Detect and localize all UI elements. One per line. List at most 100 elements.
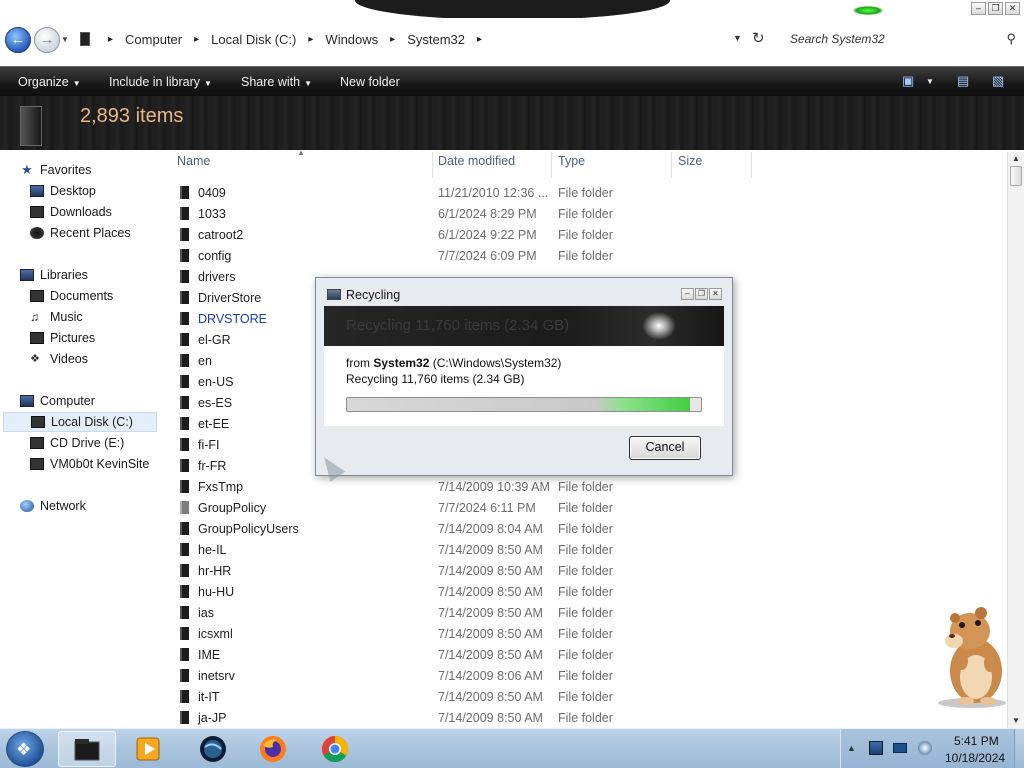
progress-fill xyxy=(347,398,691,411)
taskbar-firefox[interactable] xyxy=(245,731,303,767)
include-label: Include in library xyxy=(109,75,201,89)
taskbar-chrome[interactable] xyxy=(307,731,365,767)
taskbar-media-player[interactable] xyxy=(120,731,178,767)
file-row[interactable]: he-IL 7/14/2009 8:50 AM File folder xyxy=(175,539,755,560)
taskbar-explorer[interactable] xyxy=(58,731,116,767)
view-dropdown-icon[interactable]: ▼ xyxy=(926,77,934,86)
nav-recent-places[interactable]: Recent Places xyxy=(30,223,131,243)
file-name: hu-HU xyxy=(198,585,235,599)
column-type[interactable]: Type xyxy=(558,154,585,176)
file-name: hr-HR xyxy=(198,564,232,578)
firefox-icon xyxy=(260,736,286,762)
organize-label: Organize xyxy=(18,75,69,89)
close-button[interactable]: ✕ xyxy=(1005,2,1020,15)
nav-videos[interactable]: ❖ Videos xyxy=(30,349,88,369)
nav-pictures[interactable]: Pictures xyxy=(30,328,95,348)
nav-cd-drive[interactable]: CD Drive (E:) xyxy=(30,433,124,453)
file-row[interactable]: hu-HU 7/14/2009 8:50 AM File folder xyxy=(175,581,755,602)
folder-icon xyxy=(180,354,189,367)
cancel-button[interactable]: Cancel xyxy=(629,436,701,460)
address-dropdown-icon[interactable]: ▼ xyxy=(733,33,742,43)
file-row[interactable]: hr-HR 7/14/2009 8:50 AM File folder xyxy=(175,560,755,581)
dialog-maximize-button[interactable]: ❐ xyxy=(695,288,708,300)
nav-libraries[interactable]: Libraries xyxy=(20,265,88,285)
crumb-windows[interactable]: Windows xyxy=(317,32,386,47)
crumb-computer[interactable]: Computer xyxy=(117,32,190,47)
action-center-icon[interactable] xyxy=(869,741,883,755)
file-row[interactable]: ias 7/14/2009 8:50 AM File folder xyxy=(175,602,755,623)
forward-button[interactable]: → xyxy=(34,27,60,53)
scroll-thumb[interactable] xyxy=(1010,166,1022,186)
column-divider[interactable] xyxy=(751,152,752,178)
nav-documents[interactable]: Documents xyxy=(30,286,113,306)
crumb-system32[interactable]: System32 xyxy=(399,32,473,47)
file-row[interactable]: IME 7/14/2009 8:50 AM File folder xyxy=(175,644,755,665)
chevron-right-icon[interactable]: ▸ xyxy=(386,34,399,45)
file-row[interactable]: 0409 11/21/2010 12:36 ... File folder xyxy=(175,182,755,203)
file-name: it-IT xyxy=(198,690,220,704)
show-desktop-button[interactable] xyxy=(1014,729,1024,768)
volume-icon[interactable] xyxy=(918,741,932,755)
chevron-right-icon[interactable]: ▸ xyxy=(473,34,486,45)
nav-favorites[interactable]: ★ Favorites xyxy=(20,160,91,180)
view-options-icon[interactable]: ▣ xyxy=(902,73,914,89)
nav-downloads[interactable]: Downloads xyxy=(30,202,112,222)
show-hidden-icons[interactable]: ▲ xyxy=(847,743,856,753)
minimize-button[interactable]: – xyxy=(971,2,986,15)
file-row[interactable]: config 7/7/2024 6:09 PM File folder xyxy=(175,245,755,266)
file-row[interactable]: 1033 6/1/2024 8:29 PM File folder xyxy=(175,203,755,224)
file-row[interactable]: inetsrv 7/14/2009 8:06 AM File folder xyxy=(175,665,755,686)
history-dropdown-icon[interactable]: ▼ xyxy=(61,35,69,44)
refresh-icon[interactable]: ↻ xyxy=(752,29,765,47)
clock-time[interactable]: 5:41 PM xyxy=(954,734,999,748)
new-folder-button[interactable]: New folder xyxy=(340,75,400,89)
file-row[interactable]: ja-JP 7/14/2009 8:50 AM File folder xyxy=(175,707,755,728)
file-row[interactable]: GroupPolicy 7/7/2024 6:11 PM File folder xyxy=(175,497,755,518)
nav-network-share[interactable]: VM0b0t KevinSite xyxy=(30,454,149,474)
column-divider[interactable] xyxy=(671,152,672,178)
column-date-modified[interactable]: Date modified xyxy=(438,154,515,176)
include-in-library-menu[interactable]: Include in library ▼ xyxy=(109,75,212,89)
address-bar: ← → ▼ ▸ Computer ▸ Local Disk (C:) ▸ Win… xyxy=(0,18,1024,62)
source-folder-name[interactable]: System32 xyxy=(373,356,429,370)
chevron-right-icon[interactable]: ▸ xyxy=(104,34,117,45)
nav-computer[interactable]: Computer xyxy=(20,391,95,411)
file-row[interactable]: catroot2 6/1/2024 9:22 PM File folder xyxy=(175,224,755,245)
file-row[interactable]: FxsTmp 7/14/2009 10:39 AM File folder xyxy=(175,476,755,497)
file-row[interactable]: icsxml 7/14/2009 8:50 AM File folder xyxy=(175,623,755,644)
organize-menu[interactable]: Organize ▼ xyxy=(18,75,81,89)
crumb-local-disk[interactable]: Local Disk (C:) xyxy=(203,32,304,47)
start-button[interactable]: ❖ xyxy=(6,731,44,767)
chevron-right-icon[interactable]: ▸ xyxy=(190,34,203,45)
scroll-up-icon[interactable]: ▲ xyxy=(1012,154,1020,163)
nav-label: Network xyxy=(40,499,86,513)
maximize-button[interactable]: ❐ xyxy=(988,2,1003,15)
dialog-close-button[interactable]: ✕ xyxy=(709,288,722,300)
help-icon[interactable]: ▧ xyxy=(992,73,1004,89)
dialog-minimize-button[interactable]: – xyxy=(681,288,694,300)
network-tray-icon[interactable] xyxy=(893,743,907,753)
folder-large-icon xyxy=(20,106,42,146)
nav-desktop[interactable]: Desktop xyxy=(30,181,96,201)
clock-date[interactable]: 10/18/2024 xyxy=(945,751,1005,765)
file-row[interactable]: it-IT 7/14/2009 8:50 AM File folder xyxy=(175,686,755,707)
share-with-menu[interactable]: Share with ▼ xyxy=(241,75,312,89)
column-divider[interactable] xyxy=(432,152,433,178)
column-size[interactable]: Size xyxy=(678,154,702,176)
chevron-right-icon[interactable]: ▸ xyxy=(304,34,317,45)
file-row[interactable]: GroupPolicyUsers 7/14/2009 8:04 AM File fo… xyxy=(175,518,755,539)
preview-pane-icon[interactable]: ▤ xyxy=(957,73,969,89)
banner-text: Recycling 11,760 items (2.34 GB) xyxy=(346,317,570,334)
file-name: fi-FI xyxy=(198,438,220,452)
search-input[interactable]: Search System32 ⚲ xyxy=(782,27,1022,51)
nav-music[interactable]: ♫ Music xyxy=(30,307,83,327)
scroll-down-icon[interactable]: ▼ xyxy=(1012,716,1020,725)
nav-local-disk[interactable]: Local Disk (C:) xyxy=(3,412,157,432)
back-button[interactable]: ← xyxy=(5,27,31,53)
nav-network[interactable]: Network xyxy=(20,496,86,516)
column-name[interactable]: Name xyxy=(177,154,210,176)
column-divider[interactable] xyxy=(551,152,552,178)
search-icon[interactable]: ⚲ xyxy=(1006,31,1016,47)
taskbar-globe-app[interactable] xyxy=(185,731,243,767)
nav-label: Videos xyxy=(50,352,88,366)
